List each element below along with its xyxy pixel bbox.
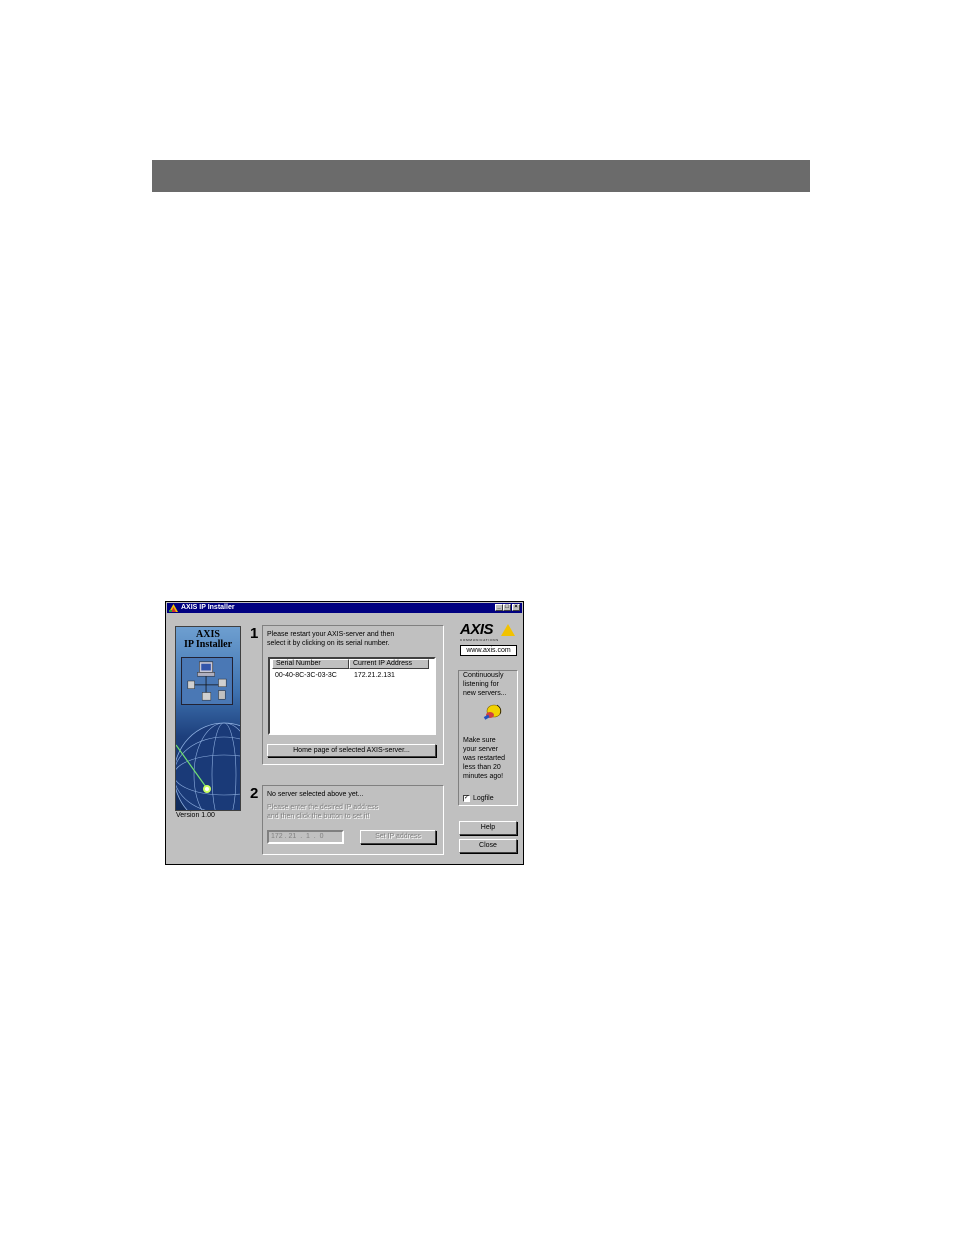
server-list[interactable]: Serial Number Current IP Address 00-40-8… <box>268 657 436 735</box>
product-banner: AXIS IP Installer <box>175 626 241 811</box>
ip-address-input[interactable]: 172 . 21 . 1 . 0 <box>267 830 344 844</box>
page-header-bar <box>152 160 810 192</box>
listening-line3: new servers... <box>463 690 507 697</box>
close-window-button[interactable]: × <box>512 604 520 611</box>
version-label: Version 1.00 <box>176 812 215 819</box>
close-button[interactable]: Close <box>459 839 517 853</box>
note-line2: your server <box>463 746 499 753</box>
axis-ip-installer-window: AXIS IP Installer _ □ × AXIS IP Installe… <box>165 601 524 865</box>
listening-line1: Continuously <box>463 672 504 679</box>
axis-logo: AXIS <box>460 621 494 638</box>
set-ip-address-button[interactable]: Set IP address <box>360 830 436 844</box>
step-2-hint-line1: Please enter the desired IP address <box>267 804 379 811</box>
step-2-number: 2 <box>250 785 259 802</box>
step-2-status: No server selected above yet... <box>267 791 364 798</box>
logfile-label[interactable]: Logfile <box>473 794 494 803</box>
note-line4: less than 20 <box>463 764 501 771</box>
title-bar[interactable]: AXIS IP Installer _ □ × <box>167 603 522 613</box>
logfile-checkbox[interactable]: ✓ <box>463 795 470 802</box>
step-2-hint-line2: and then click the button to set it! <box>267 813 370 820</box>
banner-title: AXIS IP Installer <box>183 629 233 650</box>
step-1-instruction-line1: Please restart your AXIS-server and then <box>267 631 395 638</box>
home-page-button[interactable]: Home page of selected AXIS-server... <box>267 744 436 757</box>
step-1-number: 1 <box>250 625 259 642</box>
listening-line2: listening for <box>463 681 499 688</box>
column-header-ip[interactable]: Current IP Address <box>349 659 429 669</box>
note-line1: Make sure <box>463 737 496 744</box>
axis-url-link[interactable]: www.axis.com <box>460 645 517 656</box>
app-icon <box>169 604 178 612</box>
row-serial[interactable]: 00-40-8C-3C-03-3C <box>275 671 337 680</box>
globe-icon <box>176 722 240 810</box>
note-line5: minutes ago! <box>463 773 504 780</box>
axis-logo-triangle-icon <box>501 624 515 636</box>
step-1-instruction-line2: select it by clicking on its serial numb… <box>267 640 390 647</box>
window-title: AXIS IP Installer <box>181 604 235 611</box>
note-line3: was restarted <box>463 755 506 762</box>
ear-listening-icon <box>483 704 502 720</box>
maximize-button[interactable]: □ <box>503 604 511 611</box>
minimize-button[interactable]: _ <box>495 604 503 611</box>
help-button[interactable]: Help <box>459 821 517 835</box>
network-diagram-icon <box>181 657 233 705</box>
column-header-serial[interactable]: Serial Number <box>272 659 349 669</box>
row-ip[interactable]: 172.21.2.131 <box>354 671 395 680</box>
axis-logo-subtitle: COMMUNICATIONS <box>460 638 499 642</box>
